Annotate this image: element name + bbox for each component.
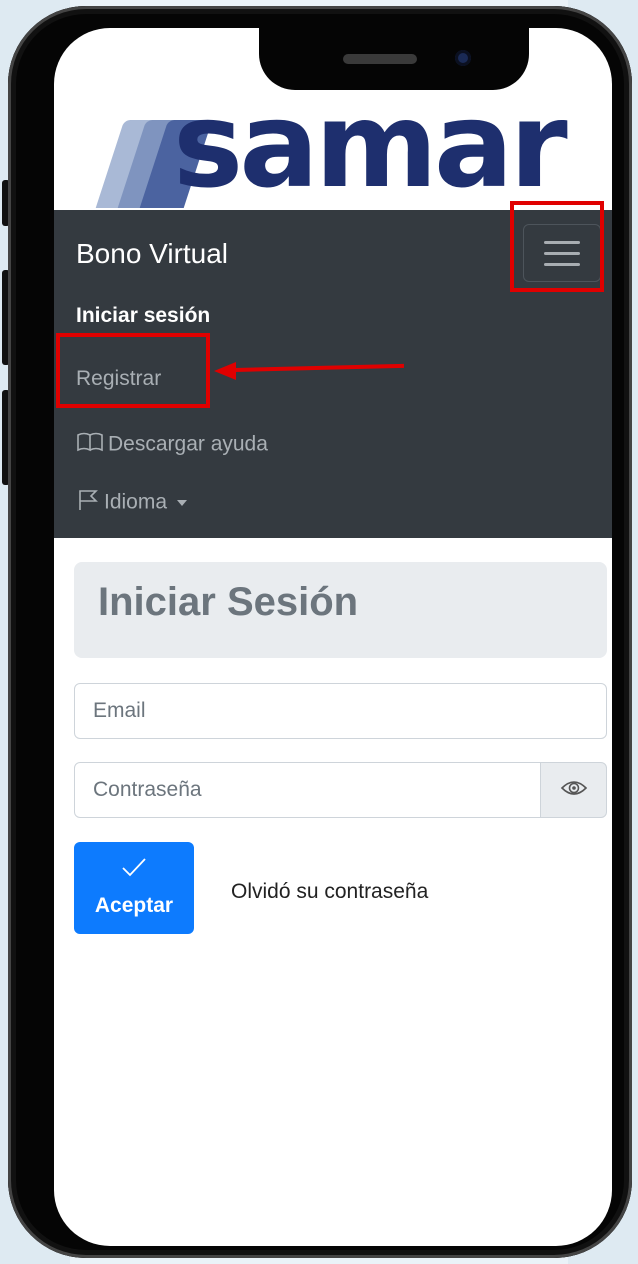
flag-icon — [76, 488, 100, 518]
phone-frame: samar Bono Virtual Iniciar sesión Regist… — [8, 6, 632, 1258]
speaker-grille — [343, 54, 417, 64]
email-placeholder: Email — [93, 699, 146, 722]
check-icon — [121, 856, 147, 884]
password-field[interactable]: Contraseña — [74, 762, 541, 818]
nav-item-label: Idioma — [104, 490, 168, 514]
toggle-password-button[interactable] — [540, 762, 607, 818]
forgot-password-link[interactable]: Olvidó su contraseña — [231, 880, 428, 904]
accept-button-label: Aceptar — [94, 894, 174, 917]
page-title: Iniciar Sesión — [98, 580, 359, 624]
navbar-brand[interactable]: Bono Virtual — [76, 238, 228, 270]
highlight-box-registrar — [56, 333, 210, 408]
highlight-box-toggler — [510, 201, 604, 292]
phone-notch — [259, 28, 529, 90]
accept-button[interactable]: Aceptar — [74, 842, 194, 934]
nav-item-iniciar-sesion[interactable]: Iniciar sesión — [76, 304, 210, 328]
email-field[interactable]: Email — [74, 683, 607, 739]
login-header: Iniciar Sesión — [74, 562, 607, 658]
nav-item-descargar-ayuda[interactable]: Descargar ayuda — [76, 431, 268, 459]
logo-text: samar — [173, 76, 568, 214]
password-placeholder: Contraseña — [93, 778, 202, 801]
annotation-arrow-head — [214, 362, 236, 380]
book-icon — [76, 431, 104, 459]
nav-item-label: Iniciar sesión — [76, 304, 211, 327]
caret-down-icon — [176, 500, 187, 506]
samar-logo: samar — [88, 82, 588, 216]
nav-item-idioma-dropdown[interactable]: Idioma — [76, 488, 187, 518]
camera-lens — [455, 50, 471, 66]
nav-item-label: Descargar ayuda — [108, 432, 268, 456]
eye-icon — [560, 778, 588, 802]
